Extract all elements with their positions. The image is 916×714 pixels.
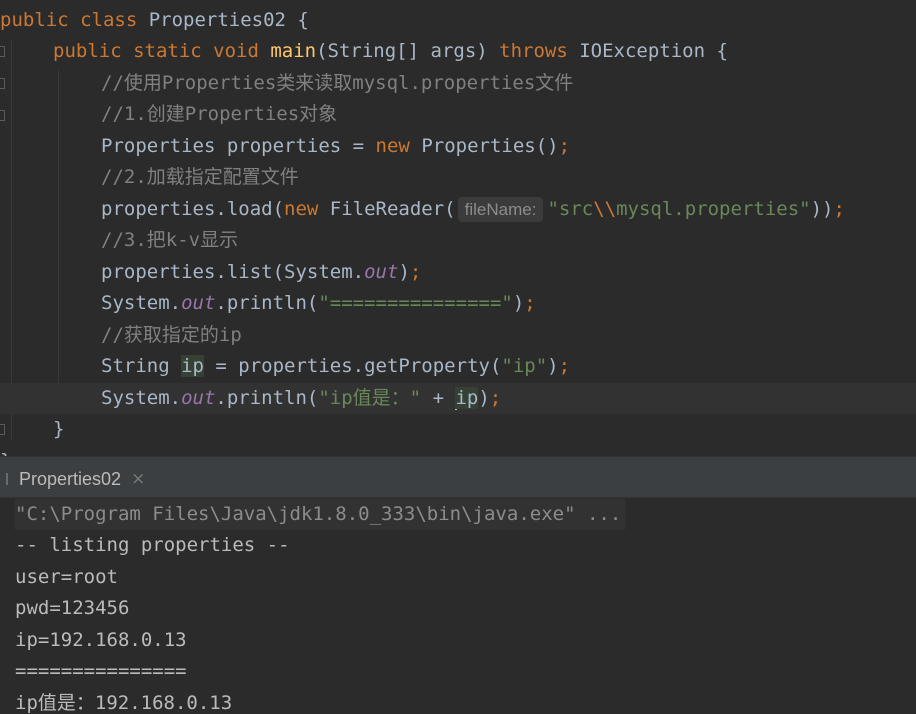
code-text: System. (101, 292, 182, 314)
semicolon: ; (489, 387, 502, 409)
code-editor[interactable]: public class Properties02 { public stati… (0, 0, 916, 456)
code-line-12[interactable]: String ip = properties.getProperty("ip")… (101, 351, 570, 382)
parameter-hint: fileName: (457, 197, 544, 222)
run-tab-label: Properties02 (19, 468, 122, 489)
code-line-11[interactable]: //获取指定的ip (101, 320, 242, 351)
semicolon: ; (409, 261, 422, 283)
class-name: Properties02 { (148, 9, 309, 31)
close-icon[interactable]: × (131, 469, 145, 489)
code-text: .println( (215, 292, 319, 314)
console-output-line: =============== (15, 660, 187, 682)
semicolon: ; (558, 135, 571, 157)
fold-marker-icon[interactable] (0, 78, 5, 89)
code-line-1[interactable]: public class Properties02 { (0, 5, 309, 36)
keyword: new (284, 198, 330, 220)
static-field: out (181, 387, 216, 409)
keyword: public static void (53, 40, 271, 62)
brace: } (53, 418, 65, 440)
code-line-2[interactable]: public static void main(String[] args) t… (53, 36, 728, 67)
code-text: )) (810, 198, 834, 220)
code-line-9[interactable]: properties.list(System.out); (101, 257, 421, 288)
keyword: throws (499, 40, 580, 62)
semicolon: ; (524, 292, 536, 314)
variable-usage: ip (181, 355, 204, 377)
params: (String[] args) (316, 40, 500, 62)
fold-marker-icon[interactable] (0, 110, 5, 121)
code-line-3[interactable]: //使用Properties类来读取mysql.properties文件 (101, 68, 573, 99)
code-text: String (101, 355, 182, 377)
comment: //3.把k-v显示 (101, 229, 239, 251)
code-text: + (421, 387, 456, 409)
semicolon: ; (833, 198, 845, 220)
indent-guide (58, 70, 59, 415)
fold-marker-icon[interactable] (0, 46, 5, 57)
method-name: main (270, 40, 317, 62)
comment: //使用Properties类来读取mysql.properties文件 (101, 72, 574, 94)
code-text: properties.list(System. (101, 261, 365, 283)
string-literal: "ip" (501, 355, 548, 377)
string-literal: "ip值是：" (318, 387, 422, 409)
run-tab[interactable]: Properties02 × (0, 461, 155, 497)
code-line-6[interactable]: //2.加载指定配置文件 (101, 162, 299, 193)
console-command-line[interactable]: "C:\Program Files\Java\jdk1.8.0_333\bin\… (15, 499, 626, 530)
console-output-line: ip值是：192.168.0.13 (15, 692, 233, 714)
string-literal: "===============" (318, 292, 513, 314)
string-literal: "src (547, 198, 594, 220)
keyword: new (375, 135, 422, 157)
console-output-line: -- listing properties -- (15, 534, 290, 556)
code-text: = properties.getProperty( (203, 355, 502, 377)
run-console[interactable]: "C:\Program Files\Java\jdk1.8.0_333\bin\… (0, 498, 916, 714)
comment: //2.加载指定配置文件 (101, 166, 299, 188)
code-line-13[interactable]: System.out.println("ip值是：" + ip); (101, 383, 501, 414)
code-line-10[interactable]: System.out.println("==============="); (101, 288, 536, 319)
code-line-4[interactable]: //1.创建Properties对象 (101, 99, 337, 130)
code-text: Properties() (421, 135, 559, 157)
console-output-line: pwd=123456 (15, 597, 130, 619)
string-literal: mysql.properties" (616, 198, 811, 220)
code-text: System. (101, 387, 182, 409)
code-line-5[interactable]: Properties properties = new Properties()… (101, 131, 570, 162)
indent-guide (11, 40, 12, 440)
comment: //1.创建Properties对象 (101, 103, 338, 125)
exception: IOException { (579, 40, 728, 62)
code-text: ) (478, 387, 490, 409)
code-text: ) (547, 355, 559, 377)
fold-marker-icon[interactable] (0, 424, 5, 435)
code-text: .println( (215, 387, 319, 409)
code-line-7[interactable]: properties.load(new FileReader(fileName:… (101, 194, 845, 225)
escape-sequence: \\ (593, 198, 617, 220)
code-line-14[interactable]: } (53, 414, 64, 445)
code-text: properties.load( (101, 198, 285, 220)
run-tool-window-header: Properties02 × (0, 461, 916, 498)
keyword: public class (0, 9, 149, 31)
code-text: FileReader( (329, 198, 456, 220)
variable-usage: ip (455, 387, 479, 409)
code-line-8[interactable]: //3.把k-v显示 (101, 225, 238, 256)
console-output-line: ip=192.168.0.13 (15, 629, 187, 651)
code-text: Properties properties = (101, 135, 376, 157)
code-line-15[interactable]: } (0, 446, 11, 456)
semicolon: ; (558, 355, 571, 377)
static-field: out (181, 292, 216, 314)
run-tab-icon (6, 473, 13, 485)
static-field: out (364, 261, 399, 283)
code-text: ) (512, 292, 525, 314)
code-text: ) (398, 261, 410, 283)
comment: //获取指定的ip (101, 324, 242, 346)
console-output-line: user=root (15, 566, 118, 588)
